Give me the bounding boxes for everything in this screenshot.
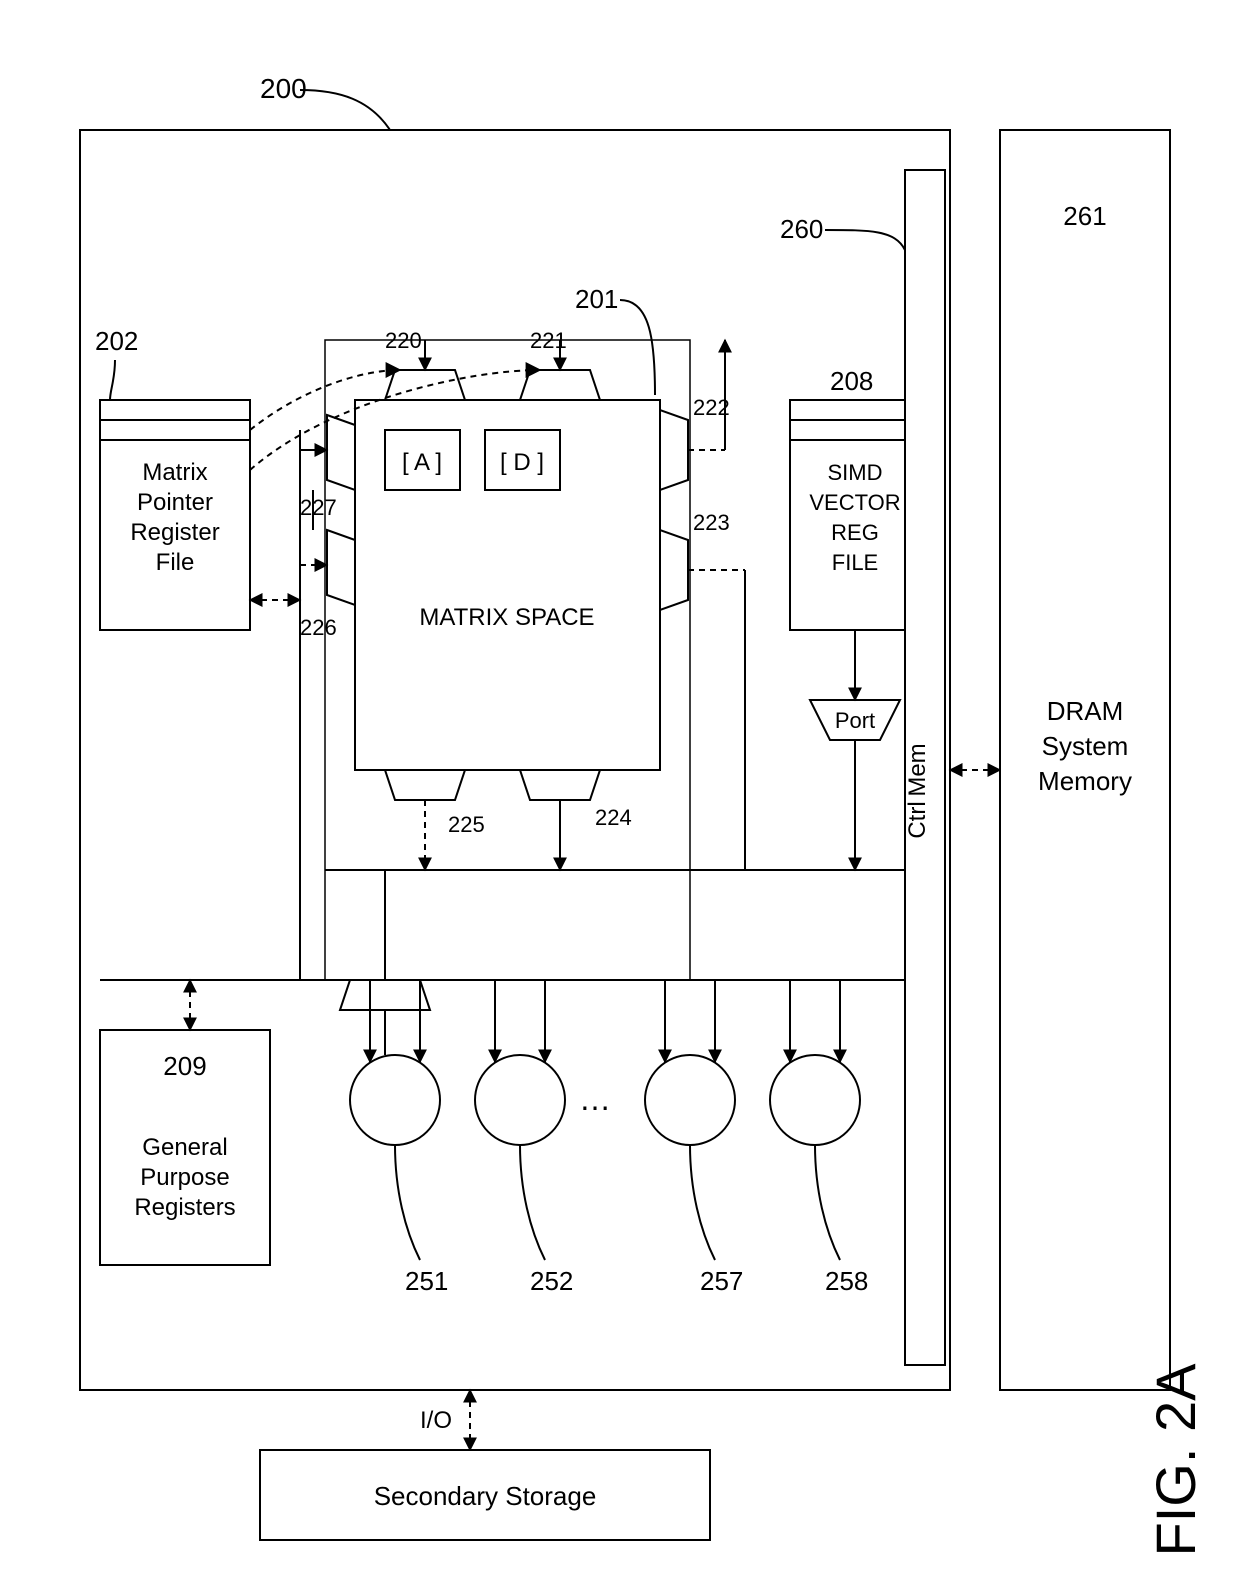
secondary-label: Secondary Storage	[374, 1481, 597, 1511]
port-221	[520, 370, 600, 400]
ref-209: 209	[163, 1051, 206, 1081]
matrix-D-label: [ D ]	[500, 449, 544, 476]
port-226	[327, 530, 355, 605]
gpr-label-line2: Purpose	[140, 1164, 229, 1191]
fu-258	[770, 1055, 860, 1145]
dram-l2: System	[1042, 731, 1129, 761]
port-220	[385, 370, 465, 400]
fu-251	[350, 1055, 440, 1145]
port-label: Port	[835, 708, 875, 733]
fu-252	[475, 1055, 565, 1145]
memctrl-l1: Mem	[904, 743, 931, 796]
port-225	[385, 770, 465, 800]
simd-l1: SIMD	[828, 460, 883, 485]
ref-226: 226	[300, 615, 337, 640]
port-224	[520, 770, 600, 800]
matrix-space-label: MATRIX SPACE	[419, 604, 594, 631]
ref-225: 225	[448, 812, 485, 837]
mpf-label-line2: Pointer	[137, 489, 213, 516]
fu-257	[645, 1055, 735, 1145]
matrix-A-label: [ A ]	[402, 449, 442, 476]
ref-223: 223	[693, 510, 730, 535]
simd-vector-reg-file	[790, 400, 920, 630]
ref-257: 257	[700, 1266, 743, 1296]
dram-l1: DRAM	[1047, 696, 1124, 726]
simd-l4: FILE	[832, 550, 878, 575]
simd-l2: VECTOR	[809, 490, 900, 515]
figure-label: FIG. 2A	[1144, 1363, 1207, 1557]
ref-200: 200	[260, 73, 307, 104]
io-label: I/O	[420, 1407, 452, 1434]
bottom-mux	[340, 980, 430, 1010]
ref-208: 208	[830, 366, 873, 396]
port-222	[660, 410, 688, 490]
ref-224: 224	[595, 805, 632, 830]
ellipsis: …	[579, 1081, 611, 1117]
gpr-label-line1: General	[142, 1134, 227, 1161]
dram-l3: Memory	[1038, 766, 1132, 796]
ref-261: 261	[1063, 201, 1106, 231]
port-227	[327, 415, 355, 490]
simd-l3: REG	[831, 520, 879, 545]
diagram-figure: 200 Matrix Pointer Register File 202 209…	[0, 0, 1240, 1585]
ref-221: 221	[530, 328, 567, 353]
mpf-label-line1: Matrix	[142, 459, 207, 486]
ref-201: 201	[575, 284, 618, 314]
ref-202: 202	[95, 326, 138, 356]
port-223	[660, 530, 688, 610]
ref-252: 252	[530, 1266, 573, 1296]
ref-260: 260	[780, 214, 823, 244]
mpf-label-line3: Register	[130, 519, 219, 546]
gpr-label-line3: Registers	[134, 1194, 235, 1221]
memctrl-l2: Ctrl	[904, 801, 931, 838]
ref-227: 227	[300, 495, 337, 520]
ref-251: 251	[405, 1266, 448, 1296]
mpf-label-line4: File	[156, 549, 195, 576]
ref-220: 220	[385, 328, 422, 353]
leader-200	[300, 90, 390, 130]
ref-258: 258	[825, 1266, 868, 1296]
